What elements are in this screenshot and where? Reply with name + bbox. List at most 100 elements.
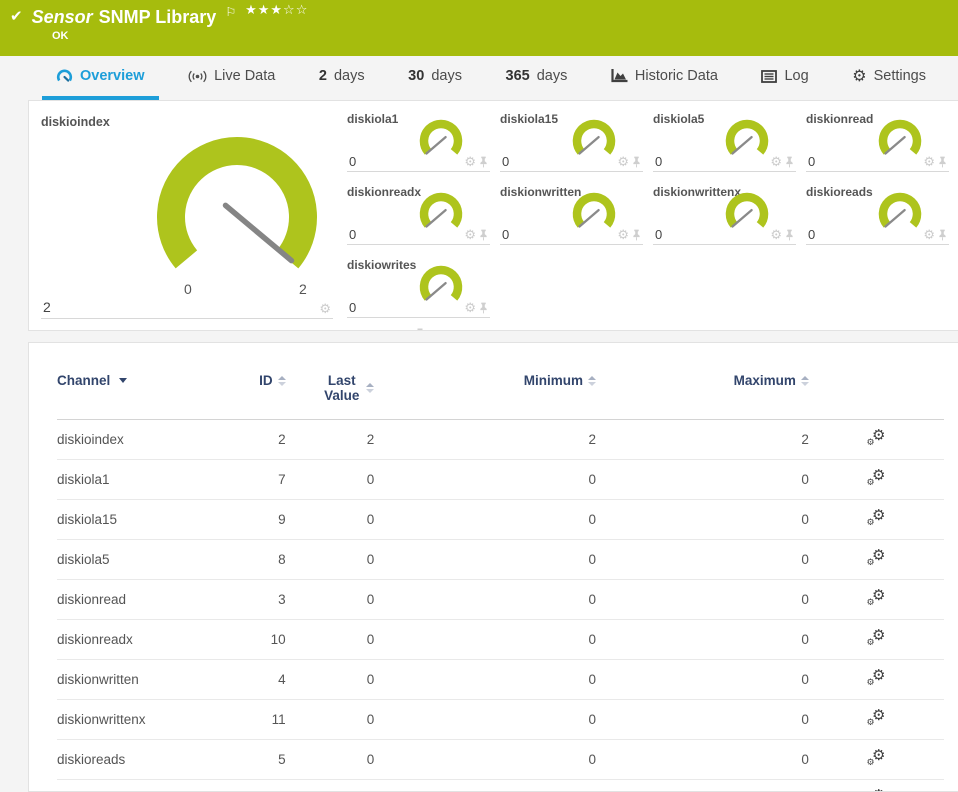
cell-id: 3 bbox=[208, 580, 288, 620]
sensor-title-prefix: Sensor bbox=[32, 7, 93, 27]
pin-icon[interactable] bbox=[479, 229, 488, 241]
pin-icon[interactable] bbox=[785, 156, 794, 168]
channel-settings-icon[interactable] bbox=[864, 549, 888, 567]
tab-30-days-number: 30 bbox=[408, 68, 424, 84]
tab-settings[interactable]: Settings bbox=[838, 56, 940, 100]
pin-icon[interactable] bbox=[938, 229, 947, 241]
cell-minimum: 0 bbox=[376, 740, 598, 780]
pin-icon[interactable] bbox=[785, 229, 794, 241]
gauge-cell[interactable]: diskiowrites 0 bbox=[347, 255, 490, 318]
column-header-maximum[interactable]: Maximum bbox=[598, 373, 811, 420]
gauge-settings-icon[interactable] bbox=[319, 302, 331, 316]
settings-gear-icon bbox=[852, 68, 866, 85]
cell-id: 9 bbox=[208, 500, 288, 540]
pin-icon[interactable] bbox=[632, 156, 641, 168]
cell-channel[interactable]: diskiowrites bbox=[57, 780, 208, 792]
tab-historic-data[interactable]: Historic Data bbox=[597, 56, 732, 100]
channel-settings-icon[interactable] bbox=[864, 749, 888, 767]
cell-minimum: 0 bbox=[376, 620, 598, 660]
gauge-settings-icon[interactable] bbox=[770, 155, 782, 169]
table-row: diskionwritten 4 0 0 0 bbox=[57, 660, 944, 700]
cell-channel[interactable]: diskiola1 bbox=[57, 460, 208, 500]
pin-icon[interactable] bbox=[632, 229, 641, 241]
tab-log[interactable]: Log bbox=[747, 56, 822, 100]
gauge-settings-icon[interactable] bbox=[617, 155, 629, 169]
cell-maximum: 0 bbox=[598, 500, 811, 540]
gauge-cell[interactable]: diskionwrittenx 0 bbox=[653, 182, 796, 245]
channel-settings-icon[interactable] bbox=[864, 669, 888, 687]
cell-minimum: 0 bbox=[376, 500, 598, 540]
pin-icon[interactable] bbox=[415, 328, 425, 331]
tab-2-days[interactable]: 2 days bbox=[305, 56, 379, 100]
gauge-settings-icon[interactable] bbox=[464, 228, 476, 242]
tab-live-data[interactable]: Live Data bbox=[174, 56, 289, 100]
column-label: Channel bbox=[57, 373, 110, 388]
gauge-cell[interactable]: diskionwritten 0 bbox=[500, 182, 643, 245]
gauge-settings-icon[interactable] bbox=[770, 228, 782, 242]
cell-last-value: 0 bbox=[288, 620, 377, 660]
gauge-settings-icon[interactable] bbox=[923, 228, 935, 242]
gauge-cell[interactable]: diskiola1 0 bbox=[347, 109, 490, 172]
channel-settings-icon[interactable] bbox=[864, 589, 888, 607]
tab-log-label: Log bbox=[784, 68, 808, 84]
channel-settings-icon[interactable] bbox=[864, 709, 888, 727]
channel-settings-icon[interactable] bbox=[864, 469, 888, 487]
channel-settings-icon[interactable] bbox=[864, 429, 888, 447]
cell-minimum: 0 bbox=[376, 460, 598, 500]
gauge-cell-diskioindex[interactable]: diskioindex 0 2 2 bbox=[41, 109, 333, 319]
cell-last-value: 0 bbox=[288, 460, 377, 500]
table-row: diskiola5 8 0 0 0 bbox=[57, 540, 944, 580]
table-row: diskioindex 2 2 2 2 bbox=[57, 420, 944, 460]
column-header-minimum[interactable]: Minimum bbox=[376, 373, 598, 420]
priority-rating[interactable]: ★★★☆☆ bbox=[245, 3, 308, 18]
pin-icon[interactable] bbox=[938, 156, 947, 168]
tab-30-days[interactable]: 30 days bbox=[394, 56, 476, 100]
cell-id: 6 bbox=[208, 780, 288, 792]
column-header-last-value[interactable]: Last Value bbox=[288, 373, 377, 420]
cell-channel[interactable]: diskiola15 bbox=[57, 500, 208, 540]
cell-channel[interactable]: diskionwritten bbox=[57, 660, 208, 700]
channel-settings-icon[interactable] bbox=[864, 629, 888, 647]
column-header-channel[interactable]: Channel bbox=[57, 373, 208, 420]
pin-icon[interactable] bbox=[479, 302, 488, 314]
tab-settings-label: Settings bbox=[874, 68, 926, 84]
gauge-cell[interactable]: diskionread 0 bbox=[806, 109, 949, 172]
gauge-settings-icon[interactable] bbox=[617, 228, 629, 242]
gauge-settings-icon[interactable] bbox=[464, 155, 476, 169]
cell-channel[interactable]: diskionread bbox=[57, 580, 208, 620]
channel-settings-icon[interactable] bbox=[864, 509, 888, 527]
cell-channel[interactable]: diskioindex bbox=[57, 420, 208, 460]
cell-last-value: 0 bbox=[288, 500, 377, 540]
gauge-dial bbox=[413, 191, 469, 239]
cell-id: 2 bbox=[208, 420, 288, 460]
gauge-cell[interactable]: diskionreadx 0 bbox=[347, 182, 490, 245]
sensor-title-name: SNMP Library bbox=[99, 7, 217, 27]
gauge-cell[interactable]: diskiola15 0 bbox=[500, 109, 643, 172]
status-badge: OK bbox=[52, 30, 948, 42]
cell-channel[interactable]: diskionreadx bbox=[57, 620, 208, 660]
tab-overview[interactable]: Overview bbox=[42, 56, 159, 100]
cell-maximum: 0 bbox=[598, 460, 811, 500]
gauges-panel: diskioindex 0 2 2 diskiola1 0 bbox=[28, 100, 958, 331]
gauge-cell[interactable]: diskiola5 0 bbox=[653, 109, 796, 172]
column-header-id[interactable]: ID bbox=[208, 373, 288, 420]
pin-icon[interactable] bbox=[479, 156, 488, 168]
tab-bar: Overview Live Data 2 days 30 days 365 da… bbox=[0, 56, 958, 100]
tab-365-days[interactable]: 365 days bbox=[492, 56, 582, 100]
gauge-value: 0 bbox=[655, 227, 662, 242]
cell-channel[interactable]: diskioreads bbox=[57, 740, 208, 780]
tab-30-days-label: days bbox=[431, 68, 462, 84]
gauge-cell[interactable]: diskioreads 0 bbox=[806, 182, 949, 245]
gauge-settings-icon[interactable] bbox=[464, 301, 476, 315]
cell-minimum: 2 bbox=[376, 420, 598, 460]
gauge-settings-icon[interactable] bbox=[923, 155, 935, 169]
sort-icon bbox=[588, 376, 596, 386]
cell-last-value: 0 bbox=[288, 580, 377, 620]
cell-last-value: 0 bbox=[288, 660, 377, 700]
gauge-value: 2 bbox=[43, 299, 51, 315]
cell-channel[interactable]: diskionwrittenx bbox=[57, 700, 208, 740]
flag-icon[interactable] bbox=[225, 3, 236, 21]
cell-id: 10 bbox=[208, 620, 288, 660]
column-header-actions bbox=[811, 373, 944, 420]
cell-channel[interactable]: diskiola5 bbox=[57, 540, 208, 580]
